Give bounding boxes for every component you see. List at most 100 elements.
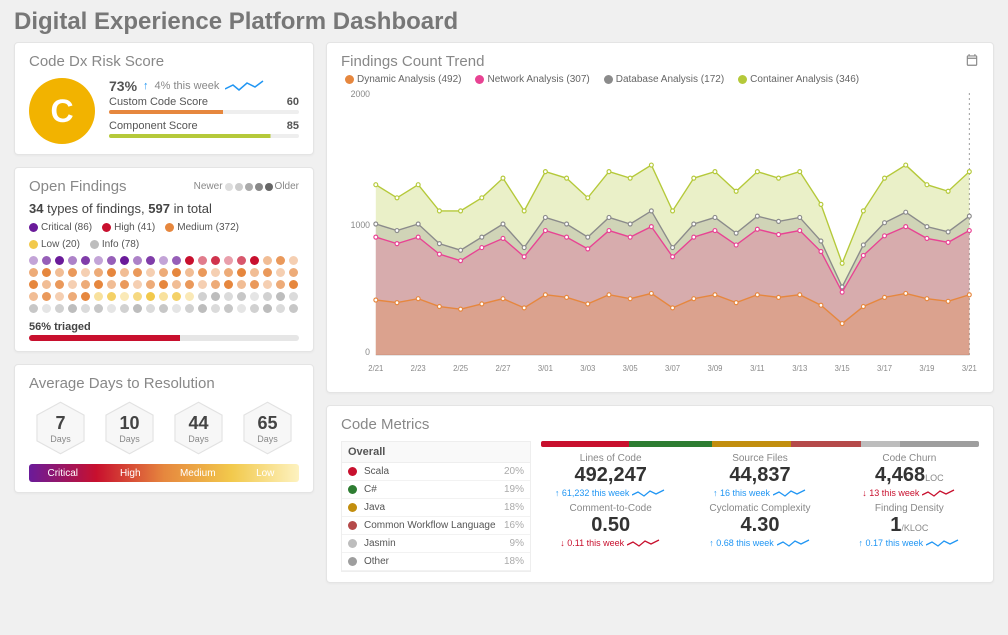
finding-dot[interactable] [133, 292, 142, 301]
finding-dot[interactable] [289, 280, 298, 289]
finding-dot[interactable] [107, 304, 116, 313]
finding-dot[interactable] [276, 280, 285, 289]
finding-dot[interactable] [120, 292, 129, 301]
finding-dot[interactable] [172, 280, 181, 289]
finding-dot[interactable] [55, 280, 64, 289]
finding-dot[interactable] [120, 268, 129, 277]
trend-legend-item[interactable]: Network Analysis (307) [475, 74, 589, 85]
finding-dot[interactable] [42, 256, 51, 265]
finding-dot[interactable] [250, 304, 259, 313]
finding-dot[interactable] [211, 280, 220, 289]
finding-dot[interactable] [159, 304, 168, 313]
finding-dot[interactable] [237, 256, 246, 265]
finding-dot[interactable] [237, 304, 246, 313]
finding-dot[interactable] [120, 304, 129, 313]
trend-legend-item[interactable]: Container Analysis (346) [738, 74, 859, 85]
finding-dot[interactable] [276, 256, 285, 265]
finding-dot[interactable] [55, 304, 64, 313]
finding-dot[interactable] [120, 280, 129, 289]
finding-dot[interactable] [237, 292, 246, 301]
finding-dot[interactable] [198, 292, 207, 301]
finding-dot[interactable] [224, 256, 233, 265]
finding-dot[interactable] [276, 304, 285, 313]
finding-dot[interactable] [68, 268, 77, 277]
finding-dot[interactable] [42, 292, 51, 301]
finding-dot[interactable] [276, 292, 285, 301]
finding-dot[interactable] [107, 268, 116, 277]
finding-dot[interactable] [263, 292, 272, 301]
finding-dot[interactable] [68, 280, 77, 289]
finding-dot[interactable] [289, 256, 298, 265]
finding-dot[interactable] [42, 268, 51, 277]
finding-dot[interactable] [211, 268, 220, 277]
finding-dot[interactable] [198, 268, 207, 277]
language-row[interactable]: Other18% [342, 553, 530, 571]
finding-dot[interactable] [185, 280, 194, 289]
finding-dot[interactable] [263, 280, 272, 289]
finding-dot[interactable] [224, 304, 233, 313]
finding-dot[interactable] [263, 304, 272, 313]
finding-dot[interactable] [250, 292, 259, 301]
finding-dot[interactable] [185, 292, 194, 301]
finding-dot[interactable] [133, 256, 142, 265]
finding-dot[interactable] [198, 304, 207, 313]
finding-dot[interactable] [133, 268, 142, 277]
finding-dot[interactable] [172, 256, 181, 265]
language-row[interactable]: Scala20% [342, 463, 530, 481]
finding-dot[interactable] [29, 268, 38, 277]
finding-dot[interactable] [29, 304, 38, 313]
language-row[interactable]: Jasmin9% [342, 535, 530, 553]
finding-dot[interactable] [81, 280, 90, 289]
finding-dot[interactable] [29, 256, 38, 265]
finding-dot[interactable] [237, 280, 246, 289]
language-row[interactable]: C#19% [342, 481, 530, 499]
finding-dot[interactable] [172, 304, 181, 313]
trend-legend-item[interactable]: Database Analysis (172) [604, 74, 724, 85]
finding-dot[interactable] [94, 304, 103, 313]
finding-dot[interactable] [94, 268, 103, 277]
finding-dot[interactable] [159, 280, 168, 289]
finding-dot[interactable] [250, 256, 259, 265]
finding-dot[interactable] [55, 292, 64, 301]
finding-dot[interactable] [198, 256, 207, 265]
finding-dot[interactable] [146, 292, 155, 301]
finding-dot[interactable] [224, 292, 233, 301]
finding-dot[interactable] [263, 256, 272, 265]
finding-dot[interactable] [146, 268, 155, 277]
finding-dot[interactable] [159, 256, 168, 265]
finding-dot[interactable] [68, 256, 77, 265]
finding-dot[interactable] [185, 304, 194, 313]
finding-dot[interactable] [55, 256, 64, 265]
finding-dot[interactable] [224, 280, 233, 289]
language-row[interactable]: Common Workflow Language16% [342, 517, 530, 535]
finding-dot[interactable] [120, 256, 129, 265]
finding-dot[interactable] [211, 292, 220, 301]
trend-legend-item[interactable]: Dynamic Analysis (492) [345, 74, 461, 85]
finding-dot[interactable] [185, 256, 194, 265]
finding-dot[interactable] [94, 256, 103, 265]
finding-dot[interactable] [81, 304, 90, 313]
finding-dot[interactable] [29, 292, 38, 301]
finding-dot[interactable] [172, 292, 181, 301]
finding-dot[interactable] [68, 292, 77, 301]
finding-dot[interactable] [81, 268, 90, 277]
finding-dot[interactable] [42, 304, 51, 313]
finding-dot[interactable] [55, 268, 64, 277]
finding-dot[interactable] [237, 268, 246, 277]
finding-dot[interactable] [159, 268, 168, 277]
finding-dot[interactable] [250, 280, 259, 289]
finding-dot[interactable] [94, 292, 103, 301]
finding-dot[interactable] [68, 304, 77, 313]
finding-dot[interactable] [29, 280, 38, 289]
finding-dot[interactable] [133, 280, 142, 289]
finding-dot[interactable] [81, 292, 90, 301]
finding-dot[interactable] [94, 280, 103, 289]
calendar-icon[interactable] [965, 53, 979, 70]
finding-dot[interactable] [107, 256, 116, 265]
finding-dot[interactable] [289, 304, 298, 313]
finding-dot[interactable] [172, 268, 181, 277]
finding-dot[interactable] [289, 268, 298, 277]
finding-dot[interactable] [185, 268, 194, 277]
language-row[interactable]: Java18% [342, 499, 530, 517]
finding-dot[interactable] [81, 256, 90, 265]
